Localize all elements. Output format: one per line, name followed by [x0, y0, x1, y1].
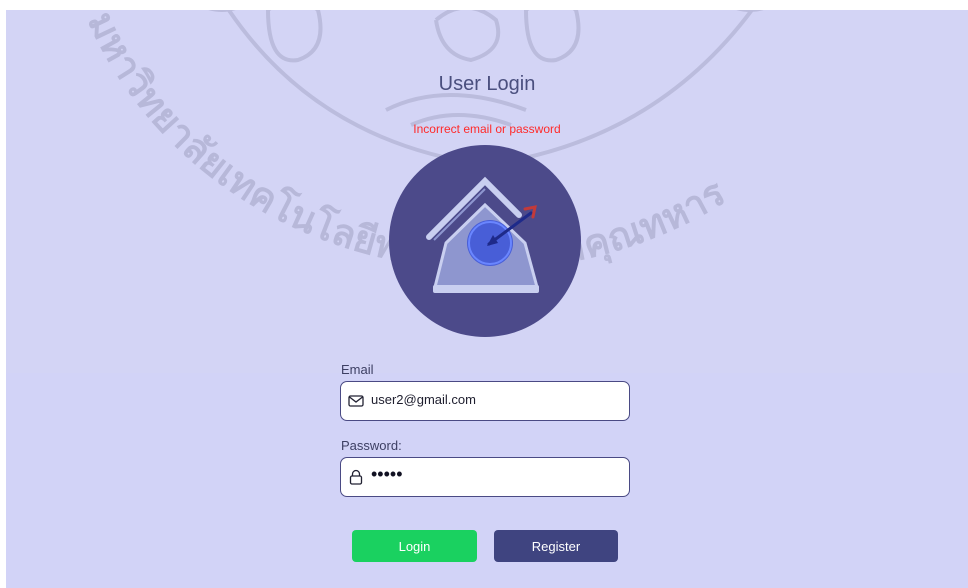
register-button[interactable]: Register	[494, 530, 618, 562]
email-label: Email	[341, 362, 374, 377]
password-field[interactable]: •••••	[340, 457, 630, 497]
password-value: •••••	[371, 464, 403, 484]
error-message: Incorrect email or password	[413, 122, 561, 136]
page-title: User Login	[438, 73, 536, 95]
email-value: user2@gmail.com	[371, 392, 476, 407]
lock-icon	[349, 469, 363, 485]
envelope-icon	[348, 395, 364, 407]
login-page: มหาวิทยาลัยเทคโนโลยีพระจอมเกล้าคุณทหาร U…	[0, 0, 968, 588]
login-button[interactable]: Login	[352, 530, 477, 562]
email-field[interactable]: user2@gmail.com	[340, 381, 630, 421]
login-panel: มหาวิทยาลัยเทคโนโลยีพระจอมเกล้าคุณทหาร U…	[6, 10, 968, 588]
app-logo	[389, 145, 581, 337]
password-label: Password:	[341, 438, 402, 453]
